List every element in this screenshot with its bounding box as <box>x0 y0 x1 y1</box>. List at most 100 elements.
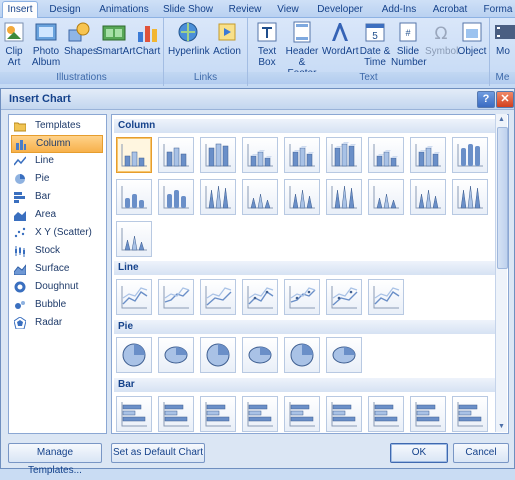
column-subtype-11[interactable] <box>200 179 236 215</box>
clip-art-button[interactable]: Clip Art <box>1 20 27 68</box>
illustrations-group: Clip Art Photo Album Shapes SmartArt Cha… <box>0 18 164 86</box>
category-column[interactable]: Column <box>11 135 103 153</box>
scroll-up-arrow-icon[interactable]: ▲ <box>496 114 507 125</box>
line-chart-icon <box>14 156 26 166</box>
line-subtype-0[interactable] <box>116 279 152 315</box>
column-subtype-16[interactable] <box>410 179 446 215</box>
bar-subtype-4[interactable] <box>284 396 320 432</box>
bar-subtype-6[interactable] <box>368 396 404 432</box>
bar-thumbnail-icon <box>457 402 483 427</box>
column-subtype-13[interactable] <box>284 179 320 215</box>
column-subtype-0[interactable] <box>116 137 152 173</box>
gallery-scrollbar[interactable]: ▲ ▼ <box>495 114 508 432</box>
category-label: Radar <box>35 317 63 328</box>
column-subtype-1[interactable] <box>158 137 194 173</box>
shapes-button[interactable]: Shapes <box>64 20 98 57</box>
bar-subtype-2[interactable] <box>200 396 236 432</box>
pie-subtype-5[interactable] <box>326 337 362 373</box>
bar-thumbnail-icon <box>373 402 399 427</box>
tab-insert[interactable]: Insert <box>2 1 38 18</box>
tab-view[interactable]: View <box>273 2 303 17</box>
column-subtype-2[interactable] <box>200 137 236 173</box>
category-label: Column <box>36 138 71 149</box>
text-group-label: Text <box>248 72 489 84</box>
manage-templates-button[interactable]: Manage Templates... <box>8 443 102 476</box>
cancel-button[interactable]: Cancel <box>453 443 509 463</box>
line-subtype-2[interactable] <box>200 279 236 315</box>
date-time-button[interactable]: 5 Date & Time <box>359 20 391 68</box>
bar-subtype-7[interactable] <box>410 396 446 432</box>
tab-format[interactable]: Forma <box>481 2 515 17</box>
category-scatter[interactable]: X Y (Scatter) <box>11 225 103 241</box>
line-subtype-6[interactable] <box>368 279 404 315</box>
category-radar[interactable]: Radar <box>11 315 103 331</box>
symbol-button[interactable]: Ω Symbol <box>425 20 458 57</box>
line-subtype-4[interactable] <box>284 279 320 315</box>
tab-developer[interactable]: Developer <box>312 2 368 17</box>
tab-acrobat[interactable]: Acrobat <box>428 2 472 17</box>
column-subtype-3[interactable] <box>242 137 278 173</box>
column-subtype-15[interactable] <box>368 179 404 215</box>
column-subtype-8[interactable] <box>452 137 488 173</box>
action-button[interactable]: Action <box>211 20 243 57</box>
category-bar[interactable]: Bar <box>11 189 103 205</box>
column-subtype-12[interactable] <box>242 179 278 215</box>
bar-subtype-0[interactable] <box>116 396 152 432</box>
category-doughnut[interactable]: Doughnut <box>11 279 103 295</box>
category-line[interactable]: Line <box>11 153 103 169</box>
wordart-button[interactable]: WordArt <box>322 20 359 57</box>
close-button[interactable]: ✕ <box>496 91 514 108</box>
category-pie[interactable]: Pie <box>11 171 103 187</box>
pie-subtype-1[interactable] <box>158 337 194 373</box>
column-subtype-14[interactable] <box>326 179 362 215</box>
slide-number-button[interactable]: # Slide Number <box>391 20 427 68</box>
set-default-chart-button[interactable]: Set as Default Chart <box>111 443 205 463</box>
column-subtype-6[interactable] <box>368 137 404 173</box>
text-box-icon <box>257 22 277 42</box>
movie-button[interactable]: Mo <box>492 20 515 57</box>
category-stock[interactable]: Stock <box>11 243 103 259</box>
chart-category-list: Templates Column Line Pie Bar Area X Y (… <box>8 114 107 434</box>
pie-subtype-3[interactable] <box>242 337 278 373</box>
column-subtype-10[interactable] <box>158 179 194 215</box>
column-subtype-9[interactable] <box>116 179 152 215</box>
category-templates[interactable]: Templates <box>11 118 103 134</box>
line-subtype-1[interactable] <box>158 279 194 315</box>
tab-slide-show[interactable]: Slide Show <box>160 2 216 17</box>
column-subtype-7[interactable] <box>410 137 446 173</box>
text-box-button[interactable]: Text Box <box>252 20 282 68</box>
pie-subtype-0[interactable] <box>116 337 152 373</box>
dialog-titlebar[interactable]: Insert Chart ? ✕ <box>1 89 514 110</box>
bar-subtype-1[interactable] <box>158 396 194 432</box>
smartart-button[interactable]: SmartArt <box>96 20 135 57</box>
column-subtype-5[interactable] <box>326 137 362 173</box>
pie-subtype-4[interactable] <box>284 337 320 373</box>
tab-review[interactable]: Review <box>225 2 265 17</box>
scroll-down-arrow-icon[interactable]: ▼ <box>496 421 507 432</box>
line-subtype-3[interactable] <box>242 279 278 315</box>
tab-add-ins[interactable]: Add-Ins <box>376 2 422 17</box>
category-area[interactable]: Area <box>11 207 103 223</box>
tab-design[interactable]: Design <box>44 2 86 17</box>
object-button[interactable]: Object <box>457 20 487 57</box>
tab-animations[interactable]: Animations <box>95 2 153 17</box>
column-subtype-17[interactable] <box>452 179 488 215</box>
bar-subtype-3[interactable] <box>242 396 278 432</box>
hyperlink-button[interactable]: Hyperlink <box>168 20 210 57</box>
column-thumbnail-icon <box>163 144 189 167</box>
column-subtype-4[interactable] <box>284 137 320 173</box>
chart-button[interactable]: Chart <box>134 20 162 57</box>
help-button[interactable]: ? <box>477 91 495 108</box>
bar-subtype-8[interactable] <box>452 396 488 432</box>
category-bubble[interactable]: Bubble <box>11 297 103 313</box>
line-subtype-5[interactable] <box>326 279 362 315</box>
chart-subtype-gallery: Column Line Pie Bar <box>111 114 509 434</box>
header-footer-button[interactable]: Header & Footer <box>283 20 321 79</box>
scrollbar-thumb[interactable] <box>497 127 508 269</box>
pie-subtype-2[interactable] <box>200 337 236 373</box>
column-subtype-18[interactable] <box>116 221 152 257</box>
ok-button[interactable]: OK <box>390 443 448 463</box>
bar-subtype-5[interactable] <box>326 396 362 432</box>
category-surface[interactable]: Surface <box>11 261 103 277</box>
photo-album-button[interactable]: Photo Album <box>29 20 63 68</box>
